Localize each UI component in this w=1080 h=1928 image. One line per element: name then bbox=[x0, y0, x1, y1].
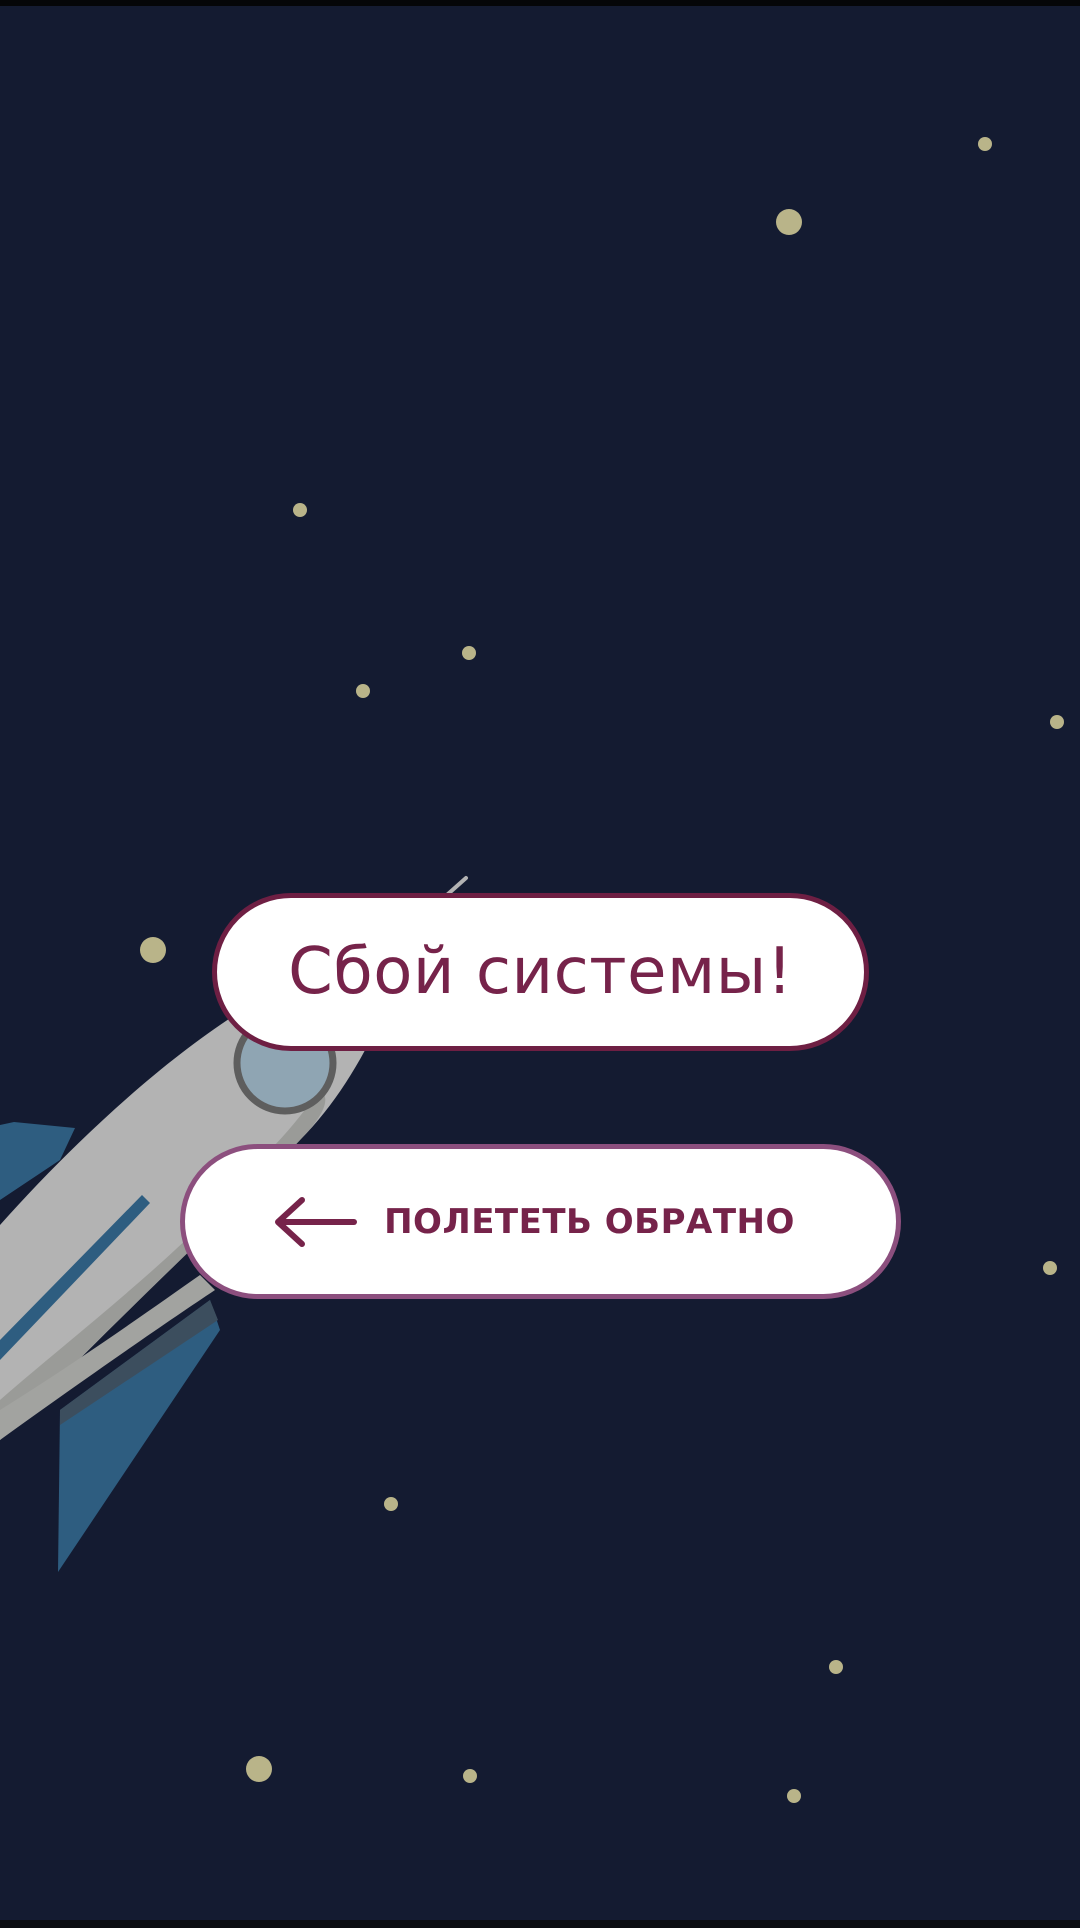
navigation-bar bbox=[0, 1920, 1080, 1928]
fly-back-label: ПОЛЕТЕТЬ ОБРАТНО bbox=[384, 1201, 795, 1242]
error-screen: Сбой системы! ПОЛЕТЕТЬ ОБРАТНО bbox=[0, 0, 1080, 1928]
arrow-left-icon bbox=[275, 1196, 358, 1247]
fly-back-button[interactable]: ПОЛЕТЕТЬ ОБРАТНО bbox=[180, 1144, 901, 1299]
error-message-pill: Сбой системы! bbox=[212, 893, 869, 1051]
error-title: Сбой системы! bbox=[288, 935, 793, 1009]
